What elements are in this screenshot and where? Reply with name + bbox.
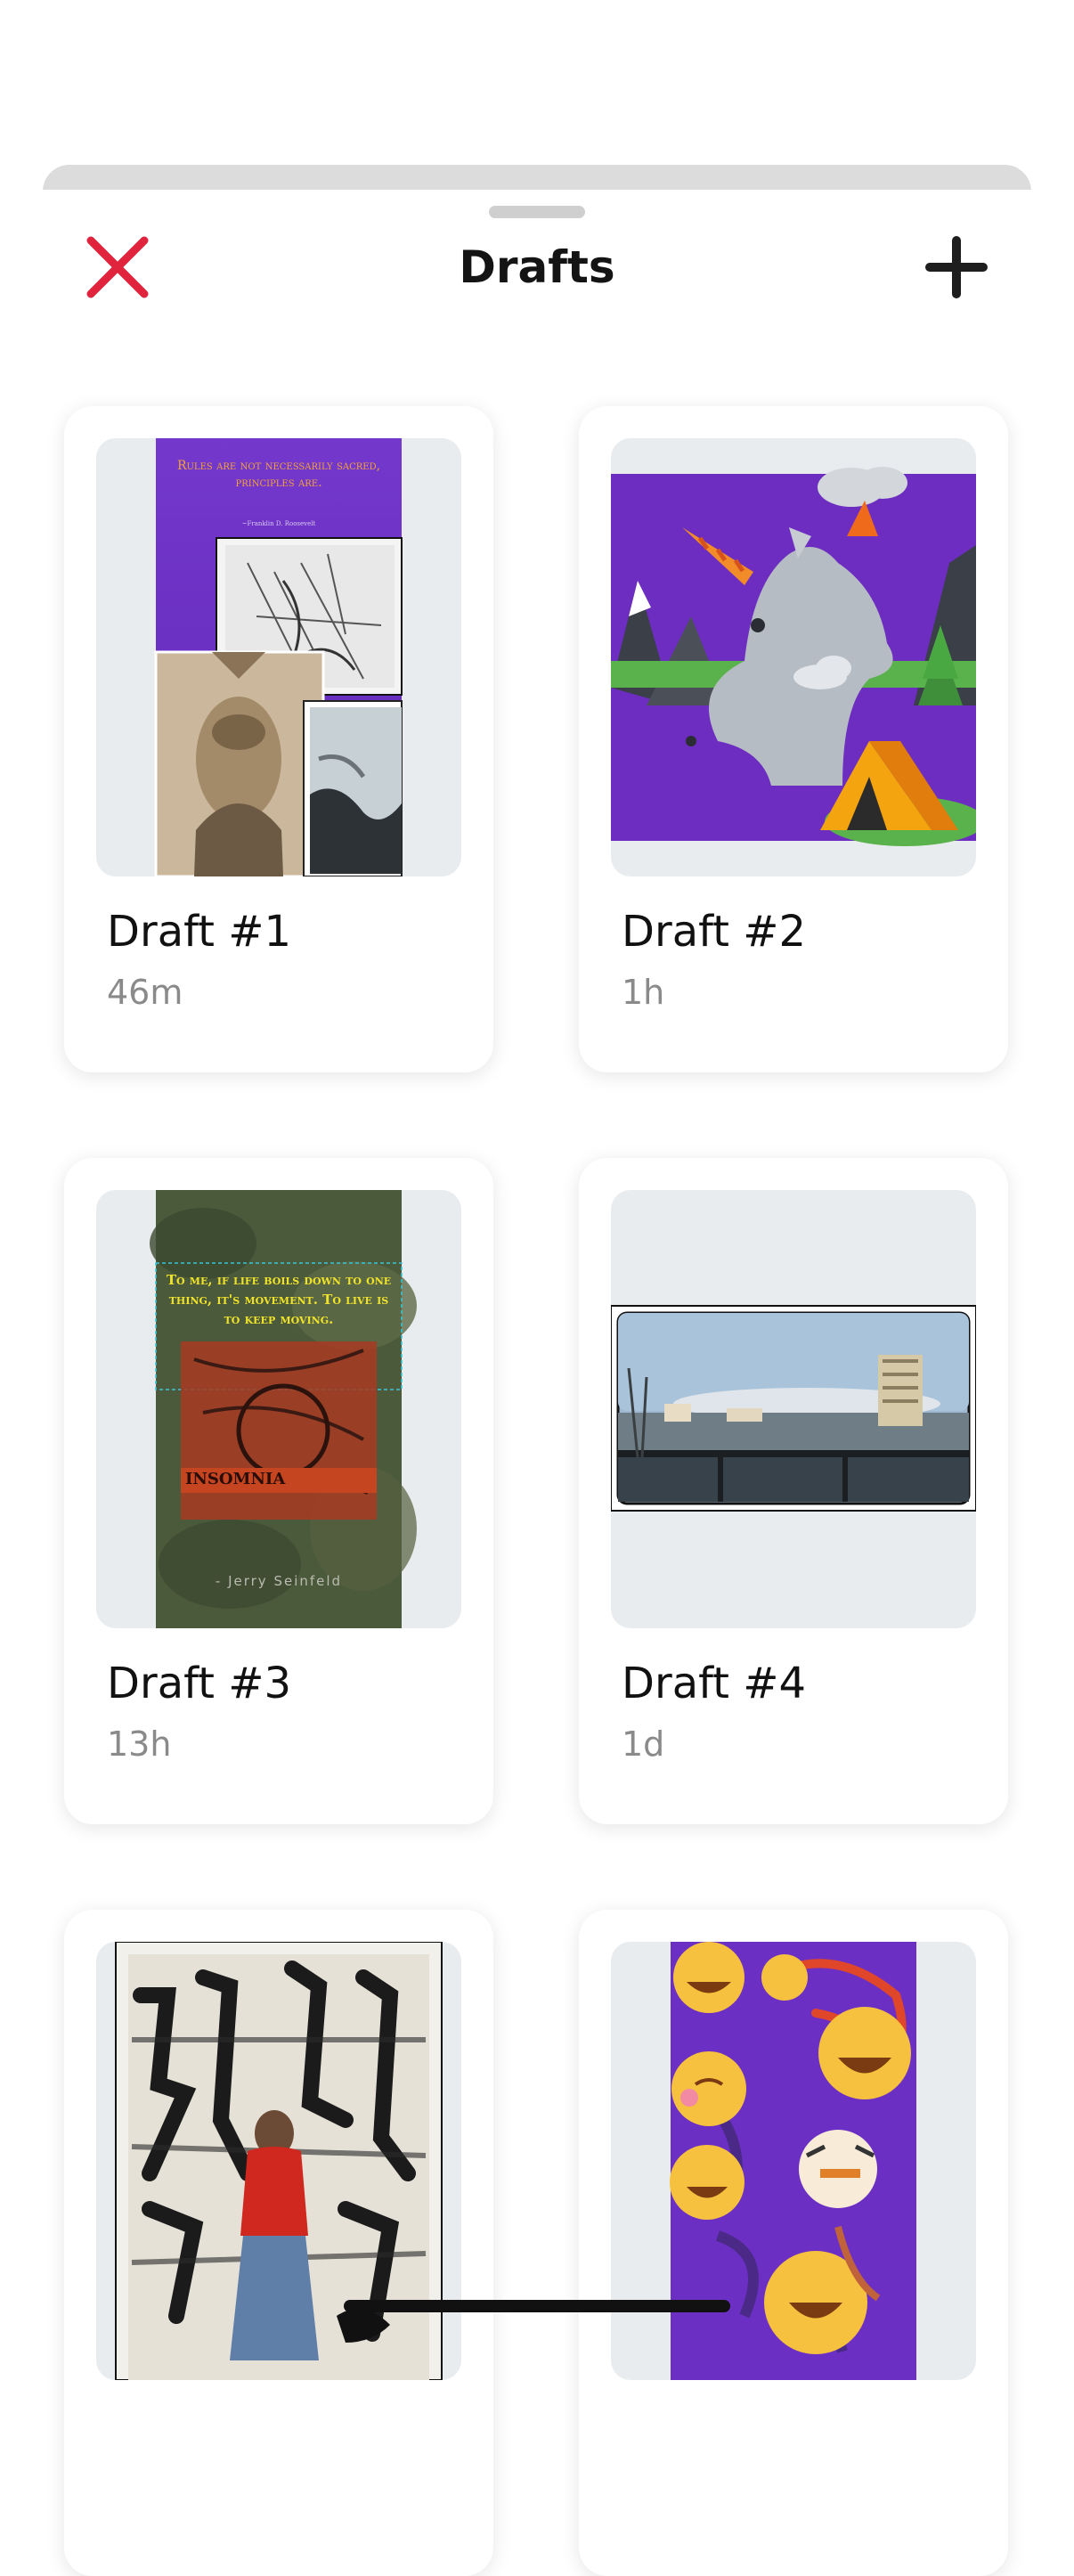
draft-time: 1d xyxy=(622,1724,665,1764)
draft-card[interactable]: Rules are not necessarily sacred, princi… xyxy=(64,406,493,1072)
poster-text: INSOMNIA xyxy=(185,1470,286,1488)
draft-time: 13h xyxy=(107,1724,172,1764)
quote-attribution: - Jerry Seinfeld xyxy=(215,1573,343,1589)
sheet-grabber-handle[interactable] xyxy=(489,206,585,218)
draft-thumbnail xyxy=(611,438,976,876)
quote-attribution: ~Franklin D. Roosevelt xyxy=(241,520,316,527)
draft-time: 1h xyxy=(622,973,665,1012)
quote-text: To me, if life boils down to one thing, … xyxy=(166,1272,392,1327)
draft-card[interactable]: To me, if life boils down to one thing, … xyxy=(64,1158,493,1824)
draft-thumbnail xyxy=(611,1190,976,1628)
add-draft-button[interactable] xyxy=(917,228,996,306)
draft-name: Draft #4 xyxy=(622,1659,806,1708)
quote-text: Rules are not necessarily sacred, princi… xyxy=(176,459,381,490)
draft-name: Draft #1 xyxy=(107,907,291,957)
close-x-icon xyxy=(86,236,149,298)
draft-thumbnail xyxy=(611,1942,976,2380)
draft-name: Draft #3 xyxy=(107,1659,291,1708)
draft-time: 46m xyxy=(107,973,183,1012)
page-title: Drafts xyxy=(459,241,615,293)
plus-icon xyxy=(925,236,988,298)
home-indicator xyxy=(344,2300,730,2312)
draft-thumbnail: Rules are not necessarily sacred, princi… xyxy=(96,438,461,876)
draft-name: Draft #2 xyxy=(622,907,806,957)
close-button[interactable] xyxy=(78,228,157,306)
draft-card[interactable] xyxy=(579,1910,1008,2576)
draft-card[interactable] xyxy=(64,1910,493,2576)
draft-card[interactable]: Draft #2 1h xyxy=(579,406,1008,1072)
draft-card[interactable]: Draft #4 1d xyxy=(579,1158,1008,1824)
draft-thumbnail: To me, if life boils down to one thing, … xyxy=(96,1190,461,1628)
draft-thumbnail xyxy=(96,1942,461,2380)
